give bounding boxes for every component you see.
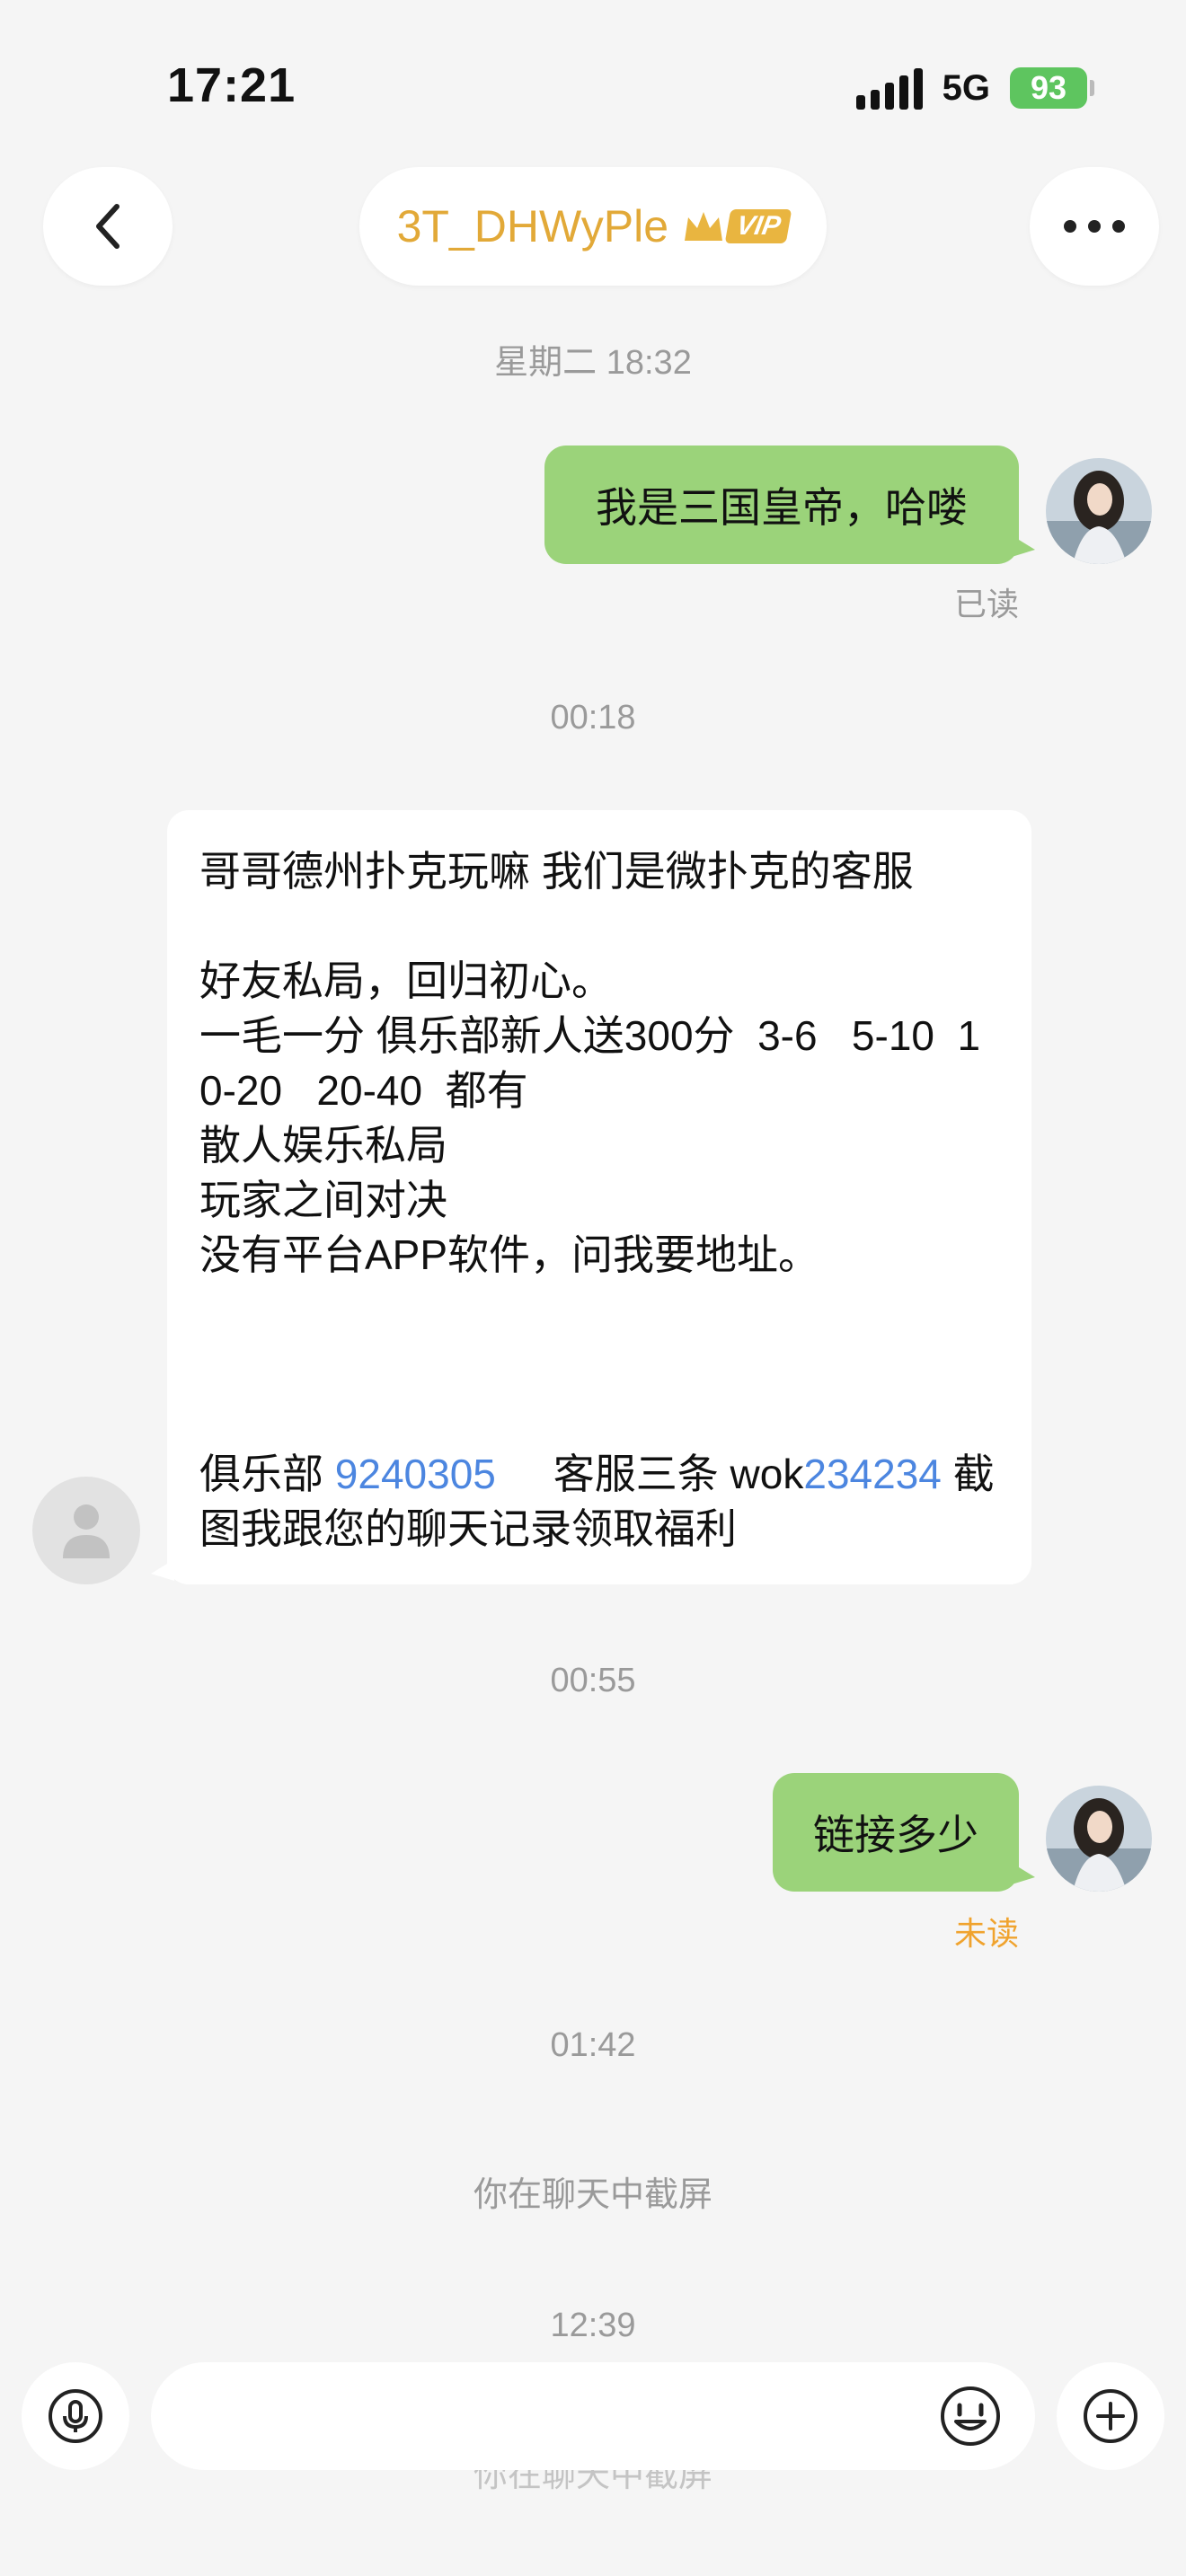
contact-avatar[interactable]	[32, 1477, 140, 1584]
voice-button[interactable]	[22, 2362, 129, 2470]
timestamp: 00:18	[550, 699, 636, 737]
message-input[interactable]	[151, 2362, 1035, 2470]
message-line: 没有平台APP软件，问我要地址。	[199, 1231, 820, 1278]
vip-badge: VIP	[681, 207, 792, 246]
message-line: 一毛一分 俱乐部新人送300分 3-6 5-10 10-20 20-40 都有	[199, 1012, 981, 1114]
unread-receipt: 未读	[953, 1915, 1019, 1952]
contact-title[interactable]: 3T_DHWyPle VIP	[359, 167, 827, 286]
message-text: 链接多少	[813, 1812, 978, 1858]
outgoing-message-bubble[interactable]: 我是三国皇帝，哈喽	[544, 446, 1035, 564]
read-receipt: 已读	[953, 586, 1019, 622]
more-icon	[1064, 220, 1125, 233]
message-line: 玩家之间对决	[199, 1177, 447, 1223]
timestamp: 01:42	[550, 2026, 636, 2064]
club-id-link[interactable]: 9240305	[335, 1451, 496, 1497]
contact-name: 3T_DHWyPle	[396, 201, 669, 251]
support-id-link[interactable]: 234234	[803, 1451, 942, 1497]
status-time: 17:21	[167, 58, 296, 112]
timestamp: 12:39	[550, 2307, 636, 2344]
message-text: 我是三国皇帝，哈喽	[596, 484, 968, 531]
back-button[interactable]	[43, 167, 173, 286]
club-label: 俱乐部	[199, 1451, 335, 1497]
timestamp: 00:55	[550, 1662, 636, 1699]
battery-level: 93	[1030, 69, 1067, 106]
crown-icon	[685, 212, 723, 241]
emoji-button[interactable]	[938, 2384, 1003, 2448]
battery-indicator: 93	[1010, 67, 1094, 109]
support-label: 客服三条 wok	[495, 1451, 804, 1497]
signal-icon	[855, 66, 923, 110]
voice-icon	[49, 2389, 102, 2443]
outgoing-message-bubble[interactable]: 链接多少	[773, 1773, 1035, 1892]
my-avatar[interactable]	[1046, 458, 1152, 564]
status-indicators: 5G 93	[855, 63, 1094, 113]
back-arrow-icon	[96, 204, 119, 249]
my-avatar[interactable]	[1046, 1786, 1152, 1892]
message-line: 好友私局，回归初心。	[199, 957, 613, 1004]
vip-label: VIP	[724, 209, 792, 243]
message-line: 散人娱乐私局	[199, 1122, 447, 1169]
emoji-icon	[941, 2386, 1000, 2446]
message-line-last: 俱乐部 9240305 客服三条 wok234234 截图我跟您的聊天记录领取福…	[199, 1447, 999, 1557]
plus-button[interactable]	[1057, 2362, 1164, 2470]
incoming-message-bubble[interactable]: 哥哥德州扑克玩嘛 我们是微扑克的客服 好友私局，回归初心。 一毛一分 俱乐部新人…	[151, 810, 1031, 1584]
more-button[interactable]	[1030, 167, 1159, 286]
timestamp: 星期二 18:32	[494, 344, 692, 382]
default-user-icon	[63, 1504, 110, 1558]
plus-icon	[1084, 2389, 1137, 2443]
message-line: 哥哥德州扑克玩嘛 我们是微扑克的客服	[199, 848, 914, 895]
network-label: 5G	[942, 67, 990, 108]
system-note: 你在聊天中截屏	[473, 2176, 712, 2214]
